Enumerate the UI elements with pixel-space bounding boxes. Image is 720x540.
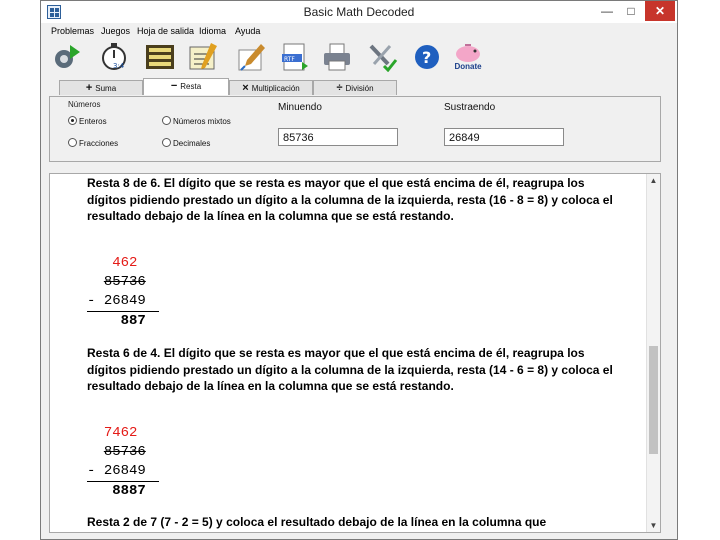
radio-dot	[162, 138, 171, 147]
tab-multiplicacion[interactable]: × Multiplicación	[229, 80, 313, 95]
svg-text:?: ?	[422, 48, 431, 67]
help-icon[interactable]: ?	[411, 42, 443, 72]
svg-text:3:4: 3:4	[113, 62, 125, 70]
radio-numeros-mixtos[interactable]: Números mixtos	[162, 116, 231, 126]
donate-label: Donate	[454, 62, 482, 71]
menu-ayuda[interactable]: Ayuda	[235, 26, 260, 36]
menu-hoja-de-salida[interactable]: Hoja de salida	[137, 26, 194, 36]
result-row: 887	[87, 312, 159, 331]
subtraction-work: 7462 85736 - 26849 8887	[87, 424, 159, 501]
menu-problemas[interactable]: Problemas	[51, 26, 94, 36]
plus-icon: +	[85, 82, 93, 94]
step-text: Resta 2 de 7 (7 - 2 = 5) y coloca el res…	[87, 515, 547, 529]
minuend-field[interactable]: 85736	[278, 128, 398, 146]
borrow-digits: 7462	[103, 425, 138, 441]
piggy-bank-icon[interactable]: Donate	[451, 42, 485, 72]
minuend-row: 85736	[87, 273, 159, 292]
result-digits: 887	[120, 313, 146, 329]
app-window: Basic Math Decoded — □ ✕ Problemas Juego…	[40, 0, 678, 540]
subtraction-work: 462 85736 - 26849 887	[87, 254, 159, 331]
solution-pane[interactable]: Resta 8 de 6. El dígito que se resta es …	[49, 173, 661, 533]
minimize-button[interactable]: —	[595, 1, 619, 21]
menu-juegos[interactable]: Juegos	[101, 26, 130, 36]
subtrahend-digits: 26849	[103, 463, 146, 479]
scroll-up-icon[interactable]: ▲	[647, 176, 660, 185]
subtrahend-digits: 26849	[103, 293, 146, 309]
tab-resta[interactable]: − Resta	[143, 78, 229, 95]
toolbar: 3:4 RTF ? Donate	[41, 39, 677, 77]
minuend-digits: 85736	[103, 444, 146, 460]
radio-dot	[68, 138, 77, 147]
vertical-scrollbar[interactable]: ▲ ▼	[646, 174, 660, 532]
operation-tabs: + Suma − Resta × Multiplicación ÷ División	[41, 78, 677, 96]
subtrahend-field[interactable]: 26849	[444, 128, 564, 146]
step-text: Resta 6 de 4. El dígito que se resta es …	[87, 346, 613, 393]
practice-icon[interactable]	[187, 42, 219, 72]
eraser-icon[interactable]	[235, 42, 267, 72]
minuend-label: Minuendo	[278, 102, 322, 113]
tab-suma[interactable]: + Suma	[59, 80, 143, 95]
minuend-digits: 85736	[103, 274, 146, 290]
step-text: Resta 8 de 6. El dígito que se resta es …	[87, 176, 613, 223]
settings-icon[interactable]	[51, 42, 83, 72]
borrow-digits: 462	[112, 255, 138, 271]
radio-fracciones[interactable]: Fracciones	[68, 138, 118, 148]
close-button[interactable]: ✕	[645, 1, 675, 21]
maximize-button[interactable]: □	[619, 1, 643, 21]
borrow-row: 462	[87, 254, 159, 273]
radio-dot-selected	[68, 116, 77, 125]
subtrahend-row: - 26849	[87, 462, 159, 481]
radio-enteros[interactable]: Enteros	[68, 116, 107, 126]
subtrahend-label: Sustraendo	[444, 102, 496, 113]
resta-panel: Números Enteros Números mixtos Fraccione…	[49, 96, 661, 162]
menu-idioma[interactable]: Idioma	[199, 26, 226, 36]
window-title: Basic Math Decoded	[303, 5, 415, 19]
operator: -	[87, 293, 96, 309]
title-bar: Basic Math Decoded — □ ✕	[41, 1, 677, 23]
radio-decimales[interactable]: Decimales	[162, 138, 210, 148]
operator: -	[87, 463, 96, 479]
multiply-icon: ×	[242, 82, 249, 94]
minus-icon: −	[170, 80, 178, 92]
timer-icon[interactable]: 3:4	[99, 42, 131, 72]
minuend-row: 85736	[87, 443, 159, 462]
radio-dot	[162, 116, 171, 125]
tab-division[interactable]: ÷ División	[313, 80, 397, 95]
menu-bar: Problemas Juegos Hoja de salida Idioma A…	[41, 23, 677, 39]
number-type-label: Números	[68, 100, 101, 109]
subtrahend-row: - 26849	[87, 292, 159, 311]
scroll-down-icon[interactable]: ▼	[647, 521, 660, 530]
worksheet-icon[interactable]	[144, 42, 176, 72]
divide-icon: ÷	[336, 82, 343, 94]
borrow-row: 7462	[87, 424, 159, 443]
scroll-thumb[interactable]	[649, 346, 658, 454]
printer-icon[interactable]	[321, 42, 353, 72]
result-digits: 8887	[112, 483, 146, 499]
svg-text:RTF: RTF	[284, 56, 295, 63]
result-row: 8887	[87, 482, 159, 501]
tools-icon[interactable]	[366, 42, 398, 73]
export-rtf-icon[interactable]: RTF	[278, 42, 310, 72]
